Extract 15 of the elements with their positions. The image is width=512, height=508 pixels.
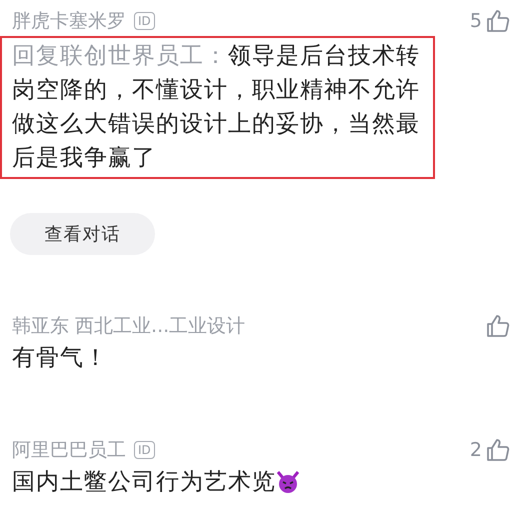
author-name[interactable]: 阿里巴巴员工 — [12, 437, 126, 463]
view-conversation-button[interactable]: 查看对话 — [10, 213, 155, 255]
thumbs-up-icon[interactable] — [486, 9, 510, 33]
thumbs-up-icon[interactable] — [486, 438, 510, 462]
comment-text: 有骨气！ — [12, 344, 108, 373]
comment-text: 回复联创世界员工：领导是后台技术转岗空降的，不懂设计，职业精神不允许做这么大错误的设计上的妥协，当然最后是我争赢了 — [12, 43, 420, 171]
like-count: 5 — [470, 10, 482, 32]
id-badge: ID — [134, 441, 155, 459]
author-name[interactable]: 韩亚东 西北工业...工业设计 — [12, 313, 246, 339]
author-name[interactable]: 胖虎卡塞米罗 — [12, 8, 126, 34]
comment-text: 国内土鳖公司行为艺术览 — [12, 468, 276, 497]
like-count: 2 — [470, 439, 482, 461]
devil-emoji-icon — [276, 471, 300, 493]
id-badge: ID — [134, 12, 155, 30]
thumbs-up-icon[interactable] — [486, 314, 510, 338]
